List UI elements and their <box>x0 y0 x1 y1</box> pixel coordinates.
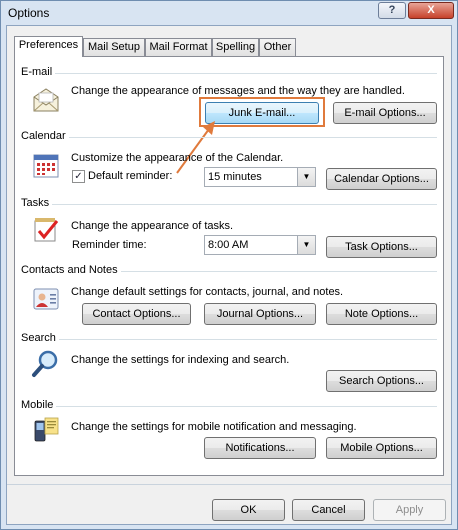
reminder-time-label: Reminder time: <box>72 239 147 251</box>
ok-button[interactable]: OK <box>212 499 285 521</box>
mobile-section-title: Mobile <box>21 399 57 411</box>
mobile-phone-icon <box>34 417 59 442</box>
search-options-button[interactable]: Search Options... <box>326 370 437 392</box>
contact-card-icon <box>33 288 59 310</box>
default-reminder-value: 15 minutes <box>208 171 262 183</box>
calendar-icon <box>33 154 59 178</box>
contacts-section-title: Contacts and Notes <box>21 264 121 276</box>
default-reminder-select[interactable]: 15 minutes ▼ <box>204 167 316 187</box>
default-reminder-checkbox[interactable]: ✓ <box>72 170 85 183</box>
apply-button[interactable]: Apply <box>373 499 446 521</box>
calendar-description: Customize the appearance of the Calendar… <box>71 152 284 164</box>
notifications-button[interactable]: Notifications... <box>204 437 316 459</box>
tab-other[interactable]: Other <box>259 38 296 56</box>
close-button[interactable]: X <box>408 2 454 19</box>
email-description: Change the appearance of messages and th… <box>71 85 405 97</box>
note-options-button[interactable]: Note Options... <box>326 303 437 325</box>
mobile-description: Change the settings for mobile notificat… <box>71 421 357 433</box>
mobile-options-button[interactable]: Mobile Options... <box>326 437 437 459</box>
email-options-button[interactable]: E-mail Options... <box>333 102 437 124</box>
contact-options-button[interactable]: Contact Options... <box>82 303 191 325</box>
search-section-title: Search <box>21 332 59 344</box>
calendar-section-title: Calendar <box>21 130 69 142</box>
default-reminder-label: Default reminder: <box>88 170 173 182</box>
tab-mail-setup[interactable]: Mail Setup <box>83 38 145 56</box>
task-options-button[interactable]: Task Options... <box>326 236 437 258</box>
help-button[interactable]: ? <box>378 2 406 19</box>
reminder-time-select[interactable]: 8:00 AM ▼ <box>204 235 316 255</box>
dialog-body: Preferences Mail Setup Mail Format Spell… <box>6 25 452 525</box>
search-divider <box>21 339 437 340</box>
footer-divider <box>7 484 451 485</box>
email-section-title: E-mail <box>21 66 56 78</box>
search-description: Change the settings for indexing and sea… <box>71 354 290 366</box>
chevron-down-icon[interactable]: ▼ <box>297 168 315 186</box>
tab-spelling[interactable]: Spelling <box>212 38 259 56</box>
tasks-description: Change the appearance of tasks. <box>71 220 234 232</box>
tab-mail-format[interactable]: Mail Format <box>145 38 212 56</box>
reminder-time-value: 8:00 AM <box>208 239 249 251</box>
tab-preferences[interactable]: Preferences <box>14 36 83 57</box>
chevron-down-icon[interactable]: ▼ <box>297 236 315 254</box>
magnifier-icon <box>32 350 58 377</box>
email-divider <box>21 73 437 74</box>
window-title: Options <box>8 6 50 20</box>
title-bar[interactable]: Options ? X <box>1 1 458 25</box>
tasks-section-title: Tasks <box>21 197 53 209</box>
contacts-description: Change default settings for contacts, jo… <box>71 286 344 298</box>
calendar-divider <box>21 137 437 138</box>
envelope-icon <box>33 88 59 112</box>
cancel-button[interactable]: Cancel <box>292 499 365 521</box>
task-checkmark-icon <box>34 218 59 242</box>
preferences-panel: E-mail Change the appearance of messages… <box>14 56 444 476</box>
junk-email-button[interactable]: Junk E-mail... <box>205 102 319 124</box>
tasks-divider <box>21 204 437 205</box>
options-dialog: Options ? X Preferences Mail Setup Mail … <box>0 0 458 530</box>
journal-options-button[interactable]: Journal Options... <box>204 303 316 325</box>
calendar-options-button[interactable]: Calendar Options... <box>326 168 437 190</box>
mobile-divider <box>21 406 437 407</box>
